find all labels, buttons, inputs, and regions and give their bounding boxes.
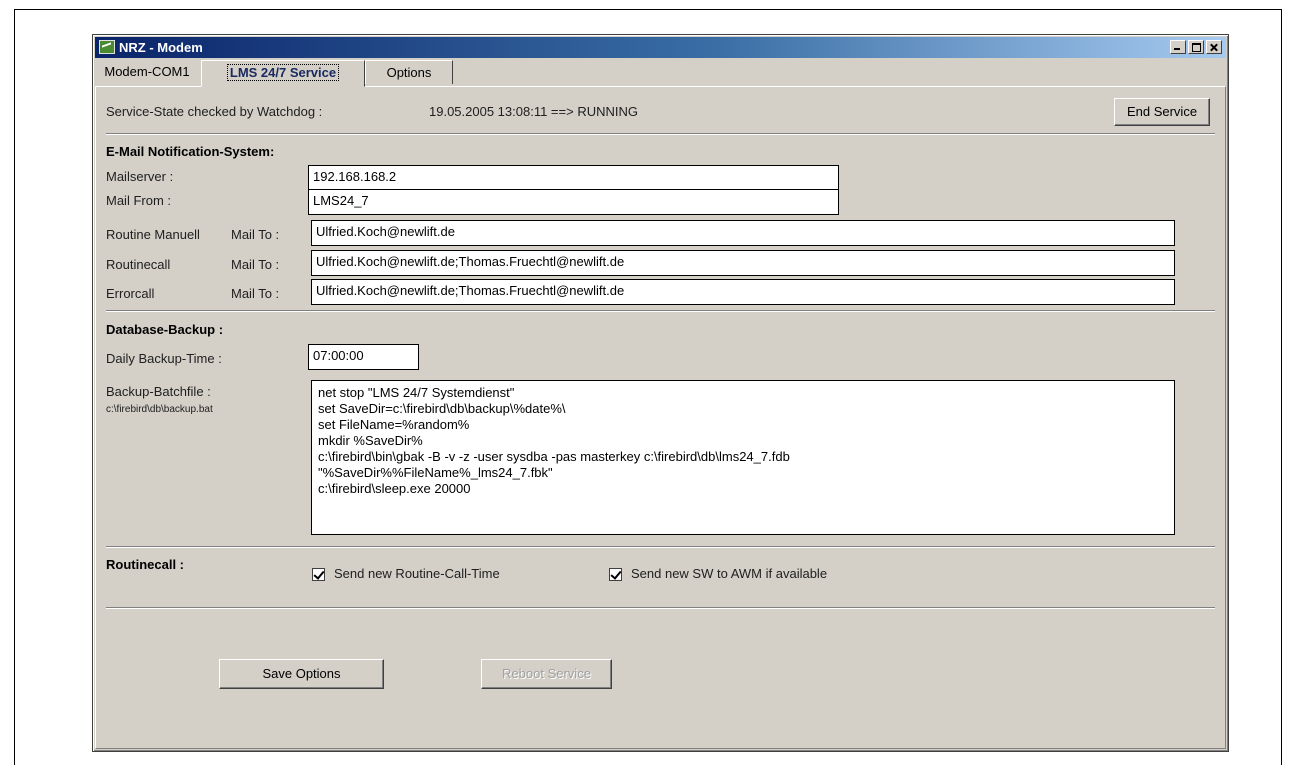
batch-line: set FileName=%random% [318,417,470,432]
window-title: NRZ - Modem [119,40,203,55]
page-frame-left [14,9,15,765]
backup-section-header: Database-Backup : [106,322,224,337]
email-section-header: E-Mail Notification-System: [106,144,275,159]
close-icon[interactable] [1206,40,1222,54]
batch-line: "%SaveDir%%FileName%_lms24_7.fbk" [318,465,553,480]
batch-line: mkdir %SaveDir% [318,433,423,448]
separator [106,310,1215,312]
routine-call-time-checkbox[interactable] [312,568,325,581]
save-options-button[interactable]: Save Options [219,659,384,689]
send-sw-checkbox[interactable] [609,568,622,581]
separator [106,546,1215,548]
routinecall-section-header: Routinecall : [106,557,185,572]
routine-manuell-mailto-input[interactable]: Ulfried.Koch@newlift.de [311,220,1175,246]
mailserver-label: Mailserver : [106,169,174,184]
routinecall-mailto-input[interactable]: Ulfried.Koch@newlift.de;Thomas.Fruechtl@… [311,250,1175,276]
tab-options[interactable]: Options [365,60,453,84]
batch-line: c:\firebird\bin\gbak -B -v -z -user sysd… [318,449,790,464]
app-icon [99,40,115,54]
reboot-service-button[interactable]: Reboot Service [481,659,612,689]
mailserver-input[interactable]: 192.168.168.2 [308,165,839,191]
errorcall-label: Errorcall [106,286,155,301]
separator [106,607,1215,609]
batch-line: net stop "LMS 24/7 Systemdienst" [318,385,515,400]
routinecall-mailto-label: Mail To : [231,257,280,272]
routine-manuell-label: Routine Manuell [106,227,200,242]
routinecall-label: Routinecall [106,257,171,272]
send-sw-label[interactable]: Send new SW to AWM if available [631,566,827,581]
tab-lms-service[interactable]: LMS 24/7 Service [201,60,365,87]
mail-from-input[interactable]: LMS24_7 [308,189,839,215]
errorcall-mailto-input[interactable]: Ulfried.Koch@newlift.de;Thomas.Fruechtl@… [311,279,1175,305]
minimize-icon[interactable] [1170,40,1186,54]
batch-line: set SaveDir=c:\firebird\db\backup\%date%… [318,401,566,416]
end-service-button[interactable]: End Service [1114,98,1210,126]
page-frame-right [1281,9,1282,765]
errorcall-mailto-label: Mail To : [231,286,280,301]
tab-modem-com1[interactable]: Modem-COM1 [95,60,199,84]
backup-time-input[interactable]: 07:00:00 [308,344,419,370]
routine-call-time-label[interactable]: Send new Routine-Call-Time [334,566,500,581]
modem-window: NRZ - Modem Modem-COM1 LMS 24/7 Service … [92,34,1229,752]
backup-batchfile-editor[interactable]: net stop "LMS 24/7 Systemdienst" set Sav… [311,380,1175,535]
mail-from-label: Mail From : [106,193,171,208]
service-panel: Service-State checked by Watchdog : 19.0… [95,86,1226,749]
maximize-icon[interactable] [1188,40,1204,54]
batch-line: c:\firebird\sleep.exe 20000 [318,481,471,496]
separator [106,133,1215,135]
backup-time-label: Daily Backup-Time : [106,351,222,366]
tab-lms-service-label: LMS 24/7 Service [226,64,340,81]
title-bar[interactable]: NRZ - Modem [95,37,1226,58]
service-state-label: Service-State checked by Watchdog : [106,104,323,119]
page-frame-top [14,9,1282,10]
routine-manuell-mailto-label: Mail To : [231,227,280,242]
backup-batchfile-path: c:\firebird\db\backup.bat [106,404,213,415]
backup-batchfile-label: Backup-Batchfile : [106,384,211,399]
service-state-value: 19.05.2005 13:08:11 ==> RUNNING [429,104,638,119]
